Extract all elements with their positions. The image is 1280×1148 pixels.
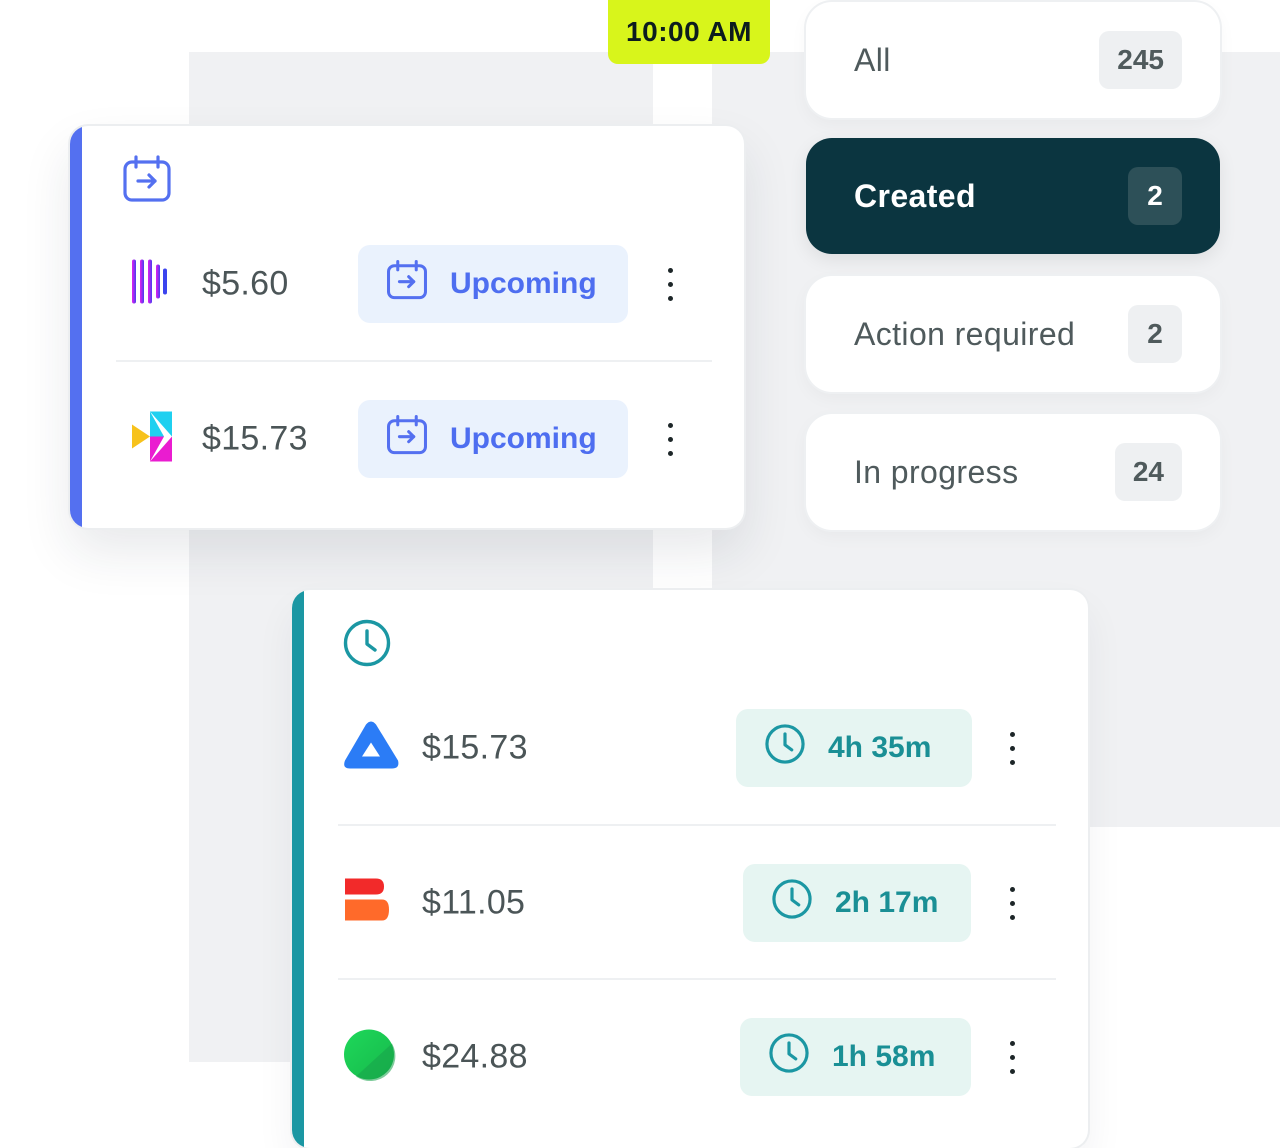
upcoming-row[interactable]: $5.60 Upcoming (130, 244, 730, 324)
triangle-logo-icon (342, 721, 400, 776)
in-progress-row[interactable]: $15.73 4h 35m (342, 708, 1042, 788)
amount: $15.73 (422, 728, 528, 767)
filter-action-required-count: 2 (1128, 305, 1182, 363)
calendar-arrow-icon (386, 414, 428, 464)
status-label: 2h 17m (835, 886, 939, 919)
calendar-arrow-icon (386, 259, 428, 309)
green-circle-logo-icon (342, 1028, 396, 1087)
filter-action-required-label: Action required (854, 315, 1076, 352)
bars-logo-icon (130, 259, 168, 310)
b-blocks-logo-icon (342, 876, 392, 931)
clock-icon (764, 723, 806, 773)
upcoming-card: $5.60 Upcoming $15.73 Upcoming (70, 126, 744, 528)
filter-created-label: Created (854, 177, 976, 214)
time-badge: 10:00 AM (608, 0, 770, 64)
status-label: 1h 58m (832, 1040, 936, 1073)
calendar-arrow-icon (122, 154, 172, 209)
amount: $11.05 (422, 883, 526, 922)
filter-in-progress[interactable]: In progress 24 (806, 414, 1220, 530)
clock-icon (342, 618, 392, 673)
upcoming-row[interactable]: $15.73 Upcoming (130, 399, 730, 479)
status-pill-timer[interactable]: 1h 58m (740, 1018, 971, 1096)
status-pill-timer[interactable]: 2h 17m (743, 864, 971, 942)
status-label: 4h 35m (828, 731, 932, 764)
clock-icon (768, 1032, 810, 1082)
upcoming-accent-bar (70, 126, 82, 528)
filter-all-count: 245 (1099, 31, 1182, 89)
row-divider (338, 978, 1056, 980)
filter-in-progress-count: 24 (1114, 443, 1182, 501)
clock-icon (771, 878, 813, 928)
in-progress-accent-bar (292, 590, 304, 1148)
status-label: Upcoming (450, 267, 597, 300)
status-pill-timer[interactable]: 4h 35m (736, 709, 972, 787)
more-options-icon[interactable] (992, 1027, 1032, 1087)
amount: $5.60 (202, 264, 289, 303)
chevron-logo-icon (130, 411, 172, 467)
filter-all[interactable]: All 245 (806, 2, 1220, 118)
in-progress-card: $15.73 4h 35m $11.05 2h 17m $24.88 1h 58… (292, 590, 1088, 1148)
more-options-icon[interactable] (650, 409, 690, 469)
filter-all-label: All (854, 41, 891, 78)
more-options-icon[interactable] (992, 718, 1032, 778)
filter-created-count: 2 (1128, 167, 1182, 225)
row-divider (338, 824, 1056, 826)
more-options-icon[interactable] (650, 254, 690, 314)
filter-in-progress-label: In progress (854, 453, 1019, 490)
amount: $24.88 (422, 1037, 528, 1076)
in-progress-row[interactable]: $11.05 2h 17m (342, 863, 1042, 943)
status-pill-upcoming[interactable]: Upcoming (358, 245, 628, 323)
amount: $15.73 (202, 419, 308, 458)
status-pill-upcoming[interactable]: Upcoming (358, 400, 628, 478)
in-progress-row[interactable]: $24.88 1h 58m (342, 1017, 1042, 1097)
row-divider (116, 360, 712, 362)
more-options-icon[interactable] (992, 873, 1032, 933)
filter-action-required[interactable]: Action required 2 (806, 276, 1220, 392)
filter-created[interactable]: Created 2 (806, 138, 1220, 254)
status-label: Upcoming (450, 422, 597, 455)
